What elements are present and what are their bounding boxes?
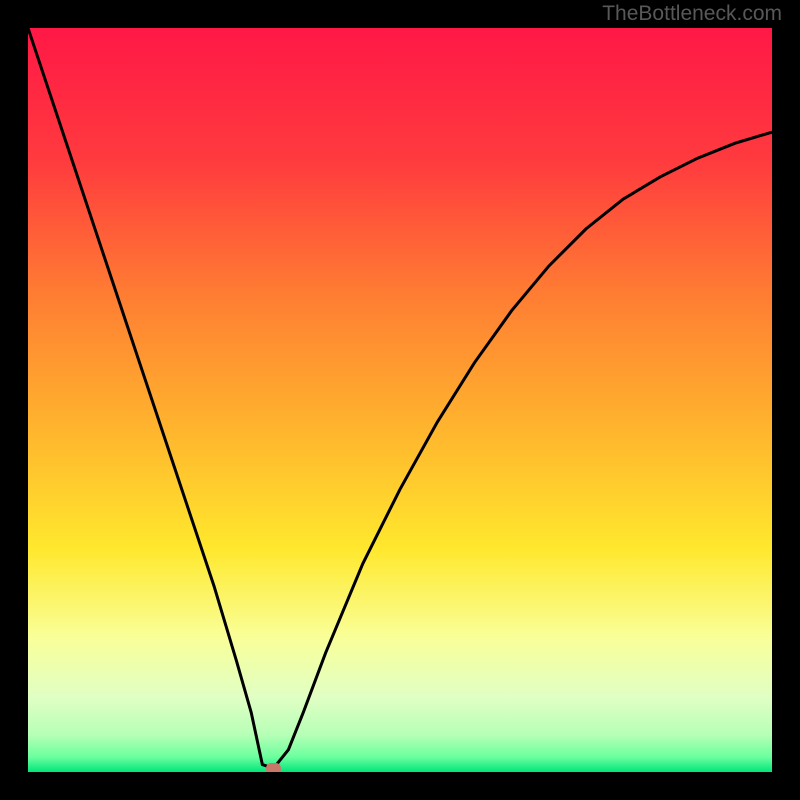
chart-plot-area bbox=[28, 28, 772, 772]
watermark-text: TheBottleneck.com bbox=[602, 2, 782, 26]
bottleneck-curve bbox=[28, 28, 772, 772]
curve-marker bbox=[266, 763, 281, 772]
